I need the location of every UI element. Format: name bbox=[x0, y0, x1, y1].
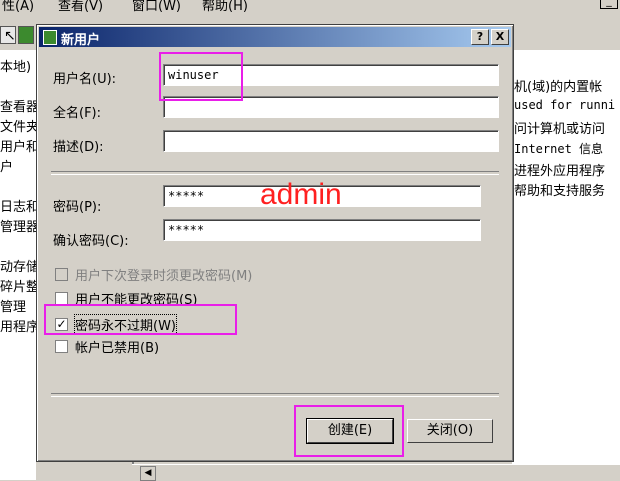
must-change-password-checkbox bbox=[55, 268, 68, 281]
tree-item[interactable]: 动存储 bbox=[0, 256, 36, 275]
tree-item[interactable]: 用户和 bbox=[0, 136, 36, 155]
background-list-panel: 机(域)的内置帐 used for runni 问计算机或访问 Internet… bbox=[512, 50, 620, 480]
fullname-field[interactable] bbox=[163, 96, 499, 118]
password-never-expires-label[interactable]: 密码永不过期(W) bbox=[74, 314, 177, 335]
create-button[interactable]: 创建(E) bbox=[306, 418, 394, 444]
cannot-change-password-label[interactable]: 用户不能更改密码(S) bbox=[75, 289, 197, 308]
menu-item-view[interactable]: 查看(V) bbox=[58, 0, 103, 14]
separator bbox=[51, 171, 499, 175]
description-field[interactable] bbox=[163, 130, 499, 152]
help-button[interactable]: ? bbox=[471, 29, 489, 45]
tree-item[interactable]: 查看器 bbox=[0, 96, 36, 115]
toolbar-icon[interactable] bbox=[18, 26, 34, 44]
separator bbox=[51, 393, 499, 397]
list-item-description[interactable]: 机(域)的内置帐 bbox=[514, 76, 602, 95]
user-icon bbox=[43, 30, 57, 45]
dialog-titlebar[interactable]: 新用户 ? X bbox=[39, 27, 511, 48]
tree-item[interactable]: 碎片整 bbox=[0, 276, 36, 295]
menu-item-action[interactable]: 性(A) bbox=[2, 0, 34, 14]
password-never-expires-checkbox[interactable]: ✓ bbox=[55, 318, 68, 331]
confirm-password-field[interactable]: ***** bbox=[163, 219, 481, 241]
title-close-button[interactable]: X bbox=[491, 29, 509, 45]
list-item-description[interactable]: used for runni bbox=[514, 98, 615, 112]
tree-item[interactable]: 用程序 bbox=[0, 316, 36, 335]
minimize-button[interactable]: _ bbox=[600, 0, 618, 9]
scroll-left-arrow-icon[interactable]: ◀ bbox=[140, 466, 156, 481]
dialog-title: 新用户 bbox=[61, 33, 101, 48]
username-field[interactable]: winuser bbox=[163, 64, 499, 86]
confirm-password-label: 确认密码(C): bbox=[53, 234, 129, 249]
tree-item[interactable]: 管理器 bbox=[0, 216, 36, 235]
tree-item[interactable]: 管理 bbox=[0, 296, 26, 315]
account-disabled-checkbox[interactable] bbox=[55, 340, 68, 353]
cursor-icon: ↖ bbox=[4, 28, 16, 44]
list-item-description[interactable]: 进程外应用程序 bbox=[514, 160, 605, 179]
new-user-dialog: 新用户 ? X 用户名(U): winuser 全名(F): 描述(D): 密码… bbox=[36, 24, 514, 462]
list-item-description[interactable]: Internet 信息 bbox=[514, 140, 603, 157]
close-button[interactable]: 关闭(O) bbox=[407, 419, 493, 443]
background-menubar: 性(A) 查看(V) 窗口(W) 帮助(H) _ bbox=[0, 0, 620, 14]
list-item-description[interactable]: 帮助和支持服务 bbox=[514, 180, 605, 199]
list-item-description[interactable]: 问计算机或访问 bbox=[514, 118, 605, 137]
cannot-change-password-checkbox[interactable] bbox=[55, 292, 68, 305]
tree-item[interactable]: 日志和 bbox=[0, 196, 36, 215]
tree-item[interactable]: 文件夹 bbox=[0, 116, 36, 135]
tree-item[interactable]: 本地) bbox=[0, 56, 31, 75]
menu-item-help[interactable]: 帮助(H) bbox=[202, 0, 248, 14]
must-change-password-label: 用户下次登录时须更改密码(M) bbox=[75, 269, 253, 284]
horizontal-scrollbar[interactable] bbox=[132, 464, 620, 481]
menu-item-window[interactable]: 窗口(W) bbox=[132, 0, 181, 14]
username-label: 用户名(U): bbox=[53, 72, 117, 87]
annotation-admin-text: admin bbox=[260, 178, 342, 211]
tree-item[interactable]: 户 bbox=[0, 156, 13, 175]
password-label: 密码(P): bbox=[53, 200, 102, 215]
account-disabled-label[interactable]: 帐户已禁用(B) bbox=[75, 337, 159, 356]
background-tree-panel: 本地) 查看器 文件夹 用户和 户 日志和 管理器 动存储 碎片整 管理 用程序 bbox=[0, 50, 36, 480]
fullname-label: 全名(F): bbox=[53, 106, 102, 121]
description-label: 描述(D): bbox=[53, 140, 104, 155]
